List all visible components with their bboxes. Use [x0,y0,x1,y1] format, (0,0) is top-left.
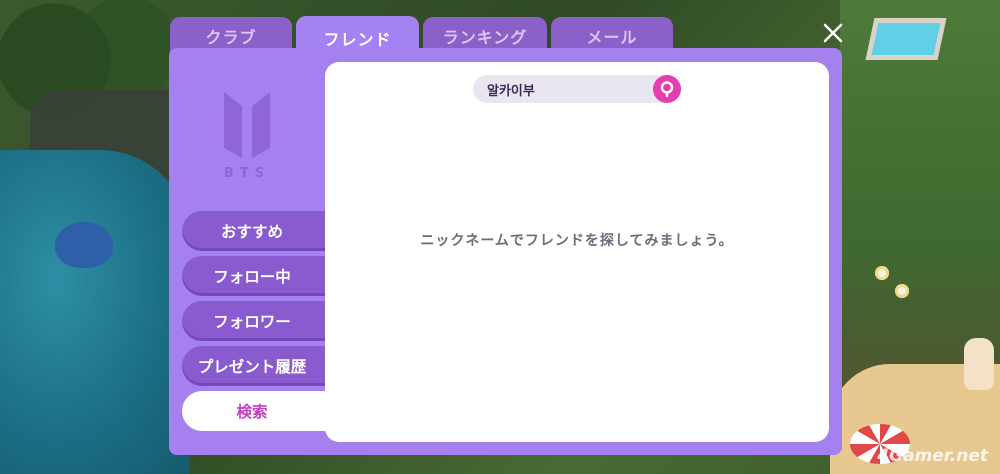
logo-text: BTS [223,166,271,181]
sidebar-item-search[interactable]: 検索 [182,391,332,431]
whale-character [55,222,113,268]
close-button[interactable] [818,18,848,48]
sidebar-item-followers[interactable]: フォロワー [182,301,332,341]
water-area [0,150,190,474]
empty-search-message: ニックネームでフレンドを探してみましょう。 [420,233,734,249]
flower [895,284,909,298]
sidebar-item-following[interactable]: フォロー中 [182,256,332,296]
bts-logo-icon [224,92,270,158]
pool [865,18,947,60]
sidebar-item-gift-history[interactable]: プレゼント履歴 [182,346,332,386]
sidebar-item-recommended[interactable]: おすすめ [182,211,332,251]
search-input[interactable]: 알카이부 [473,75,681,103]
watermark: 4Gamer.net [877,446,988,466]
avatar-character [964,338,994,390]
flower [875,266,889,280]
search-icon [660,81,674,98]
content-area [325,62,829,442]
close-icon [823,23,843,43]
search-button[interactable] [653,75,681,103]
